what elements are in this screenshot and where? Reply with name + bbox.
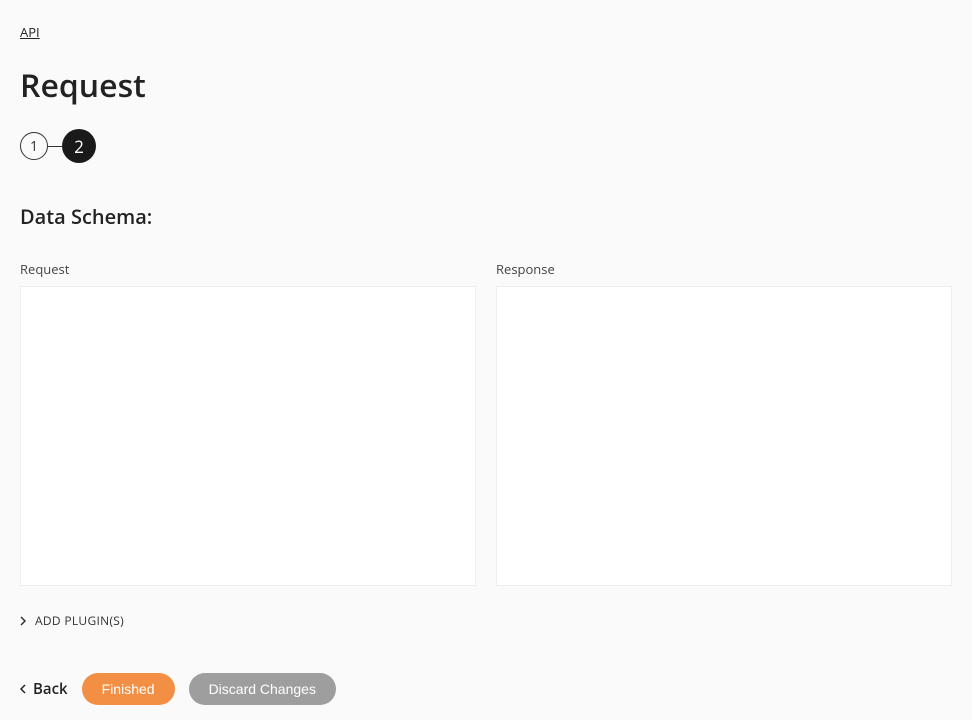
step-2[interactable]: 2 (62, 129, 96, 163)
schema-col-response: Response (496, 260, 952, 586)
stepper: 1 2 (20, 129, 952, 163)
chevron-left-icon (20, 684, 27, 694)
schema-label-request: Request (20, 260, 476, 278)
add-plugins-label: ADD PLUGIN(S) (35, 612, 124, 629)
section-title-data-schema: Data Schema: (20, 203, 952, 230)
breadcrumb-api[interactable]: API (20, 23, 40, 41)
schema-label-response: Response (496, 260, 952, 278)
response-schema-input[interactable] (496, 286, 952, 586)
add-plugins-toggle[interactable]: ADD PLUGIN(S) (20, 612, 952, 629)
discard-changes-button[interactable]: Discard Changes (189, 673, 336, 705)
finished-button[interactable]: Finished (82, 673, 175, 705)
back-button[interactable]: Back (20, 679, 68, 699)
footer-actions: Back Finished Discard Changes (20, 673, 952, 705)
chevron-right-icon (20, 616, 27, 626)
step-1[interactable]: 1 (20, 132, 48, 160)
step-connector (48, 146, 62, 147)
schema-row: Request Response (20, 260, 952, 586)
back-label: Back (33, 679, 68, 699)
page-title: Request (20, 64, 952, 107)
schema-col-request: Request (20, 260, 476, 586)
request-schema-input[interactable] (20, 286, 476, 586)
